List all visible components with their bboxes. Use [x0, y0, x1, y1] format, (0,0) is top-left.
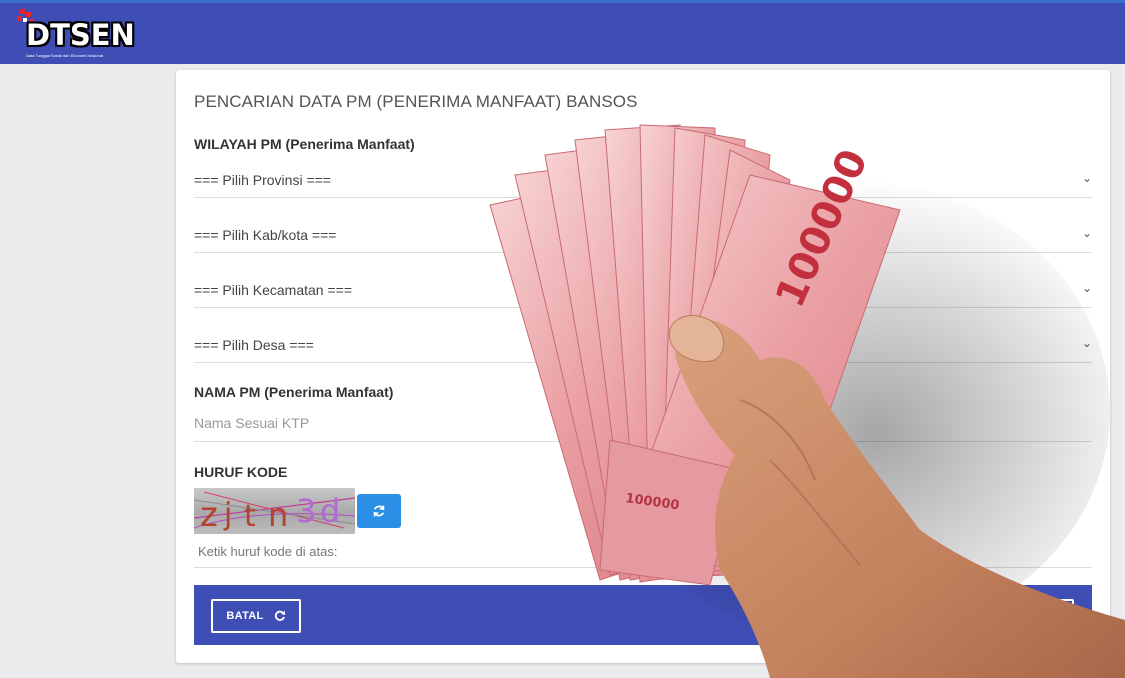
- captcha-graphic: z j t n 3 d: [194, 491, 355, 534]
- svg-text:j: j: [223, 497, 232, 532]
- captcha-input-placeholder: Ketik huruf kode di atas:: [198, 544, 338, 559]
- batal-button-label: BATAL: [226, 610, 264, 622]
- kabkota-select-value: === Pilih Kab/kota ===: [194, 227, 337, 243]
- refresh-captcha-button[interactable]: [357, 494, 401, 528]
- svg-text:n: n: [268, 496, 288, 534]
- desa-select-value: === Pilih Desa ===: [194, 337, 314, 353]
- refresh-icon: [373, 504, 385, 518]
- nama-input-placeholder: Nama Sesuai KTP: [194, 415, 310, 431]
- app-header: DTSEN Data Tunggal Sosial dan Ekonomi Na…: [0, 3, 1125, 64]
- kecamatan-select-value: === Pilih Kecamatan ===: [194, 282, 352, 298]
- svg-text:t: t: [244, 499, 256, 534]
- dtsen-logo[interactable]: DTSEN Data Tunggal Sosial dan Ekonomi Na…: [16, 9, 141, 61]
- money-hand-photo: 100000 100000: [489, 124, 1125, 678]
- provinsi-select-value: === Pilih Provinsi ===: [194, 172, 331, 188]
- batal-button[interactable]: BATAL: [211, 599, 301, 633]
- wilayah-label: WILAYAH PM (Penerima Manfaat): [194, 136, 415, 152]
- page-title: PENCARIAN DATA PM (PENERIMA MANFAAT) BAN…: [194, 92, 638, 111]
- nama-label: NAMA PM (Penerima Manfaat): [194, 384, 394, 400]
- captcha-image: z j t n 3 d: [194, 488, 355, 534]
- logo-text: DTSEN: [26, 18, 135, 52]
- logo-tagline: Data Tunggal Sosial dan Ekonomi Nasional: [26, 53, 103, 58]
- kode-label: HURUF KODE: [194, 464, 288, 480]
- svg-text:z: z: [200, 495, 218, 534]
- svg-text:d: d: [320, 492, 340, 530]
- svg-text:3: 3: [296, 492, 316, 530]
- reset-icon: [274, 610, 285, 621]
